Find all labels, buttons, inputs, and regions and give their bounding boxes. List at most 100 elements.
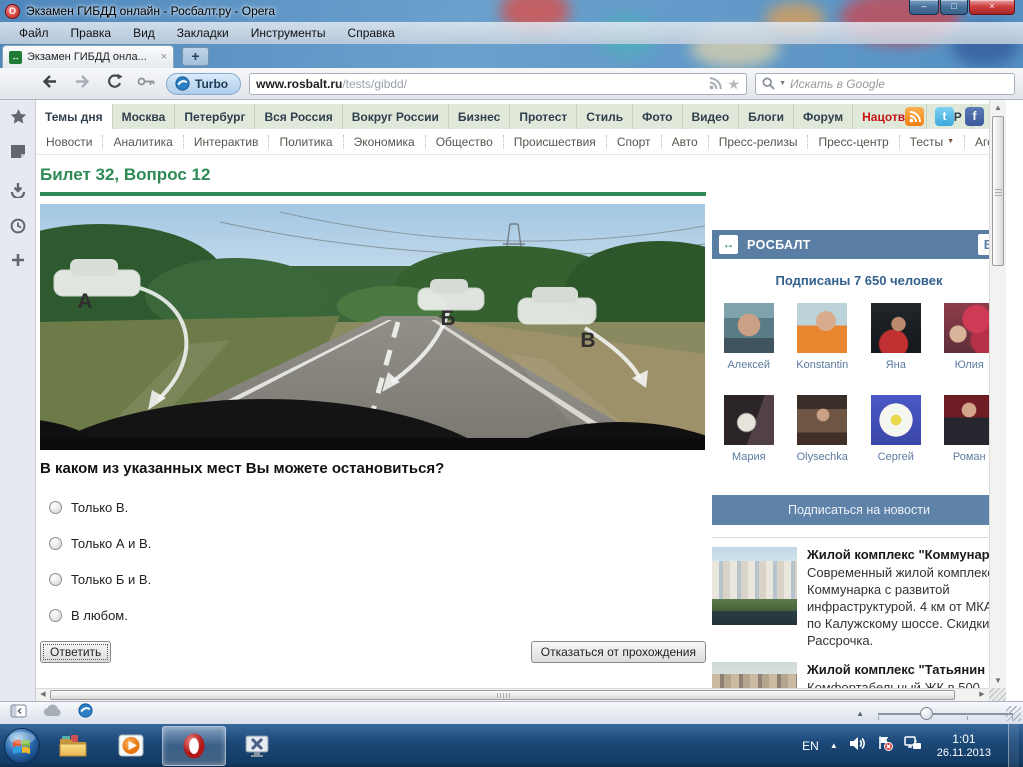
ad-title[interactable]: Жилой комплекс "Татьянин Парк" [807, 662, 1006, 677]
horizontal-scroll-thumb[interactable] [50, 690, 955, 700]
avatar[interactable] [797, 303, 847, 353]
bookmarks-star-icon[interactable] [10, 108, 27, 130]
menu-item[interactable]: Правка [60, 23, 123, 43]
decline-test-button[interactable]: Отказаться от прохождения [531, 641, 706, 663]
reload-button[interactable] [98, 73, 130, 94]
downloads-icon[interactable] [10, 182, 26, 203]
site-nav-tab[interactable]: Темы дня [36, 104, 113, 129]
radio-button-icon[interactable] [49, 537, 62, 550]
site-nav-link[interactable]: Пресс-центр [808, 135, 899, 149]
notes-icon[interactable] [10, 144, 26, 164]
avatar[interactable] [871, 395, 921, 445]
subscribe-button[interactable]: Подписаться на новости [712, 495, 1006, 525]
subscriber[interactable]: Konstantin [786, 303, 860, 371]
volume-icon[interactable] [849, 736, 866, 756]
ad-title[interactable]: Жилой комплекс "Коммунарка" [807, 547, 1006, 562]
site-nav-link[interactable]: Пресс-релизы [709, 135, 809, 149]
scroll-up-icon[interactable]: ▲ [990, 103, 1006, 112]
answer-option[interactable]: Только Б и В. [40, 561, 706, 597]
close-button[interactable]: × [969, 0, 1015, 15]
site-nav-link[interactable]: Спорт [607, 135, 662, 149]
rss-icon[interactable] [905, 107, 924, 126]
hidden-icons-chevron[interactable]: ▲ [830, 741, 838, 750]
avatar[interactable] [871, 303, 921, 353]
taskbar-media-player-button[interactable] [104, 726, 158, 766]
answer-option[interactable]: Только А и В. [40, 525, 706, 561]
vertical-scrollbar[interactable]: ▲ ▼ [989, 100, 1006, 688]
site-nav-link[interactable]: Авто [662, 135, 709, 149]
scroll-right-icon[interactable]: ▶ [975, 689, 989, 701]
avatar[interactable] [944, 303, 994, 353]
address-bar[interactable]: www.rosbalt.ru/tests/gibdd/ ★ [249, 73, 747, 95]
show-desktop-button[interactable] [1008, 724, 1019, 767]
site-nav-tab[interactable]: Москва [113, 104, 176, 129]
vertical-scroll-thumb[interactable] [992, 116, 1004, 266]
site-nav-tab[interactable]: Вся Россия [255, 104, 342, 129]
site-nav-link[interactable]: Аналитика [103, 135, 183, 149]
toggle-panels-button[interactable] [10, 704, 27, 723]
subscriber-name[interactable]: Konstantin [786, 359, 860, 371]
site-nav-link[interactable]: Интерактив [184, 135, 270, 149]
language-indicator[interactable]: EN [802, 739, 819, 753]
start-button[interactable] [2, 726, 42, 766]
avatar[interactable] [944, 395, 994, 445]
scroll-down-icon[interactable]: ▼ [990, 676, 1006, 685]
opera-link-cloud-icon[interactable] [43, 704, 62, 722]
facebook-icon[interactable]: f [965, 107, 984, 126]
history-clock-icon[interactable] [10, 218, 26, 239]
subscriber[interactable]: Яна [859, 303, 933, 371]
taskbar-clock[interactable]: 1:01 26.11.2013 [937, 732, 991, 760]
subscriber-name[interactable]: Мария [712, 451, 786, 463]
site-nav-tab[interactable]: Вокруг России [343, 104, 449, 129]
turbo-status-icon[interactable] [78, 703, 93, 723]
avatar[interactable] [797, 395, 847, 445]
ad-item[interactable]: Жилой комплекс "Коммунарка" Современный … [712, 547, 1006, 649]
answer-option[interactable]: В любом. [40, 597, 706, 633]
horizontal-scrollbar[interactable]: ◀ ▶ [36, 688, 989, 701]
site-nav-tab[interactable]: Бизнес [449, 104, 510, 129]
site-nav-tab[interactable]: Форум [794, 104, 853, 129]
site-nav-tab[interactable]: Фото [633, 104, 682, 129]
rss-feed-icon[interactable] [709, 77, 722, 90]
site-nav-link[interactable]: Политика [269, 135, 343, 149]
subscriber-name[interactable]: Olysechka [786, 451, 860, 463]
zoom-slider-thumb[interactable] [920, 707, 933, 720]
back-button[interactable] [34, 74, 66, 94]
browser-tab[interactable]: ↔ Экзамен ГИБДД онла... × [2, 45, 174, 68]
minimize-button[interactable]: – [909, 0, 939, 15]
subscriber[interactable]: Сергей [859, 395, 933, 463]
subscriber[interactable]: Алексей [712, 303, 786, 371]
twitter-icon[interactable]: t [935, 107, 954, 126]
menu-item[interactable]: Справка [337, 23, 406, 43]
subscriber[interactable]: Мария [712, 395, 786, 463]
radio-button-icon[interactable] [49, 609, 62, 622]
menu-item[interactable]: Файл [8, 23, 60, 43]
subscriber-name[interactable]: Алексей [712, 359, 786, 371]
tab-close-icon[interactable]: × [161, 51, 167, 63]
resize-grip[interactable] [1006, 706, 1021, 721]
scroll-left-icon[interactable]: ◀ [36, 689, 50, 701]
site-nav-tab[interactable]: Протест [510, 104, 577, 129]
forward-button[interactable] [66, 74, 98, 94]
action-center-flag-icon[interactable] [877, 735, 893, 756]
subscriber-name[interactable]: Сергей [859, 451, 933, 463]
taskbar-opera-button[interactable] [162, 726, 226, 766]
subscriber-name[interactable]: Яна [859, 359, 933, 371]
avatar[interactable] [724, 303, 774, 353]
turbo-button[interactable]: Turbo [166, 73, 241, 95]
answer-button[interactable]: Ответить [40, 641, 111, 663]
menu-item[interactable]: Закладки [166, 23, 240, 43]
taskbar-app-button[interactable] [230, 726, 284, 766]
network-icon[interactable] [904, 735, 922, 756]
site-nav-link[interactable]: Происшествия [504, 135, 607, 149]
site-nav-link[interactable]: Экономика [344, 135, 426, 149]
site-nav-tab[interactable]: Блоги [739, 104, 794, 129]
site-nav-tab[interactable]: Петербург [175, 104, 255, 129]
menu-item[interactable]: Инструменты [240, 23, 337, 43]
taskbar-explorer-button[interactable] [46, 726, 100, 766]
vk-group-name[interactable]: РОСБАЛТ [747, 238, 811, 252]
site-nav-link[interactable]: Общество [426, 135, 504, 149]
radio-button-icon[interactable] [49, 573, 62, 586]
subscriber[interactable]: Olysechka [786, 395, 860, 463]
site-nav-link[interactable]: Тесты [900, 135, 965, 149]
